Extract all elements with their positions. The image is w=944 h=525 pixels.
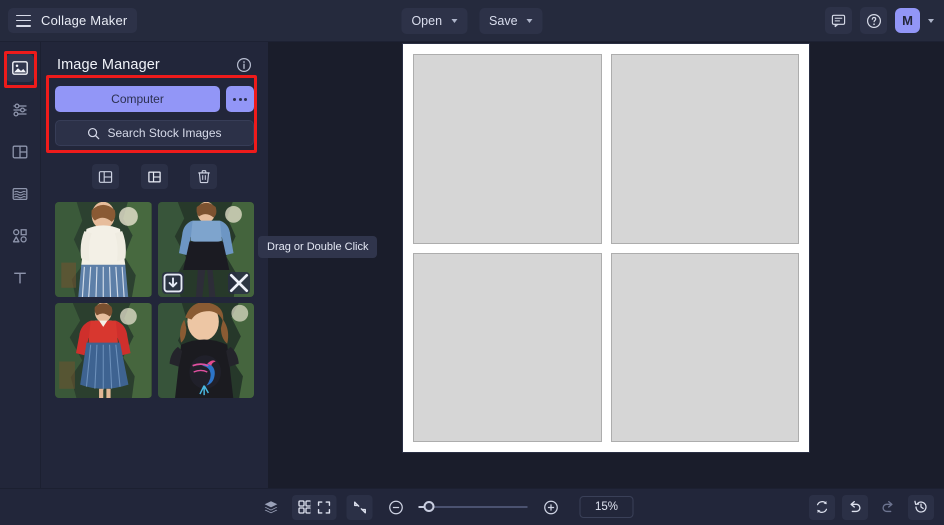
reset-button[interactable] — [809, 495, 835, 520]
thumbnail-graphic-tee[interactable] — [158, 303, 255, 398]
open-label: Open — [411, 14, 442, 28]
file-actions: Open Save — [401, 8, 542, 34]
layers-button[interactable] — [258, 495, 284, 520]
zoom-controls: 15% — [311, 495, 634, 520]
thumbnail-red-jacket[interactable] — [55, 303, 152, 398]
add-to-canvas-button[interactable] — [162, 272, 184, 294]
bottom-left-tools — [258, 495, 318, 520]
image-manager-panel: Image Manager Computer Search Stoc — [40, 42, 268, 488]
help-button[interactable] — [860, 7, 887, 34]
remove-image-button[interactable] — [228, 272, 250, 294]
fit-to-screen-button[interactable] — [347, 495, 373, 520]
sidebar-item-layout[interactable] — [6, 138, 34, 166]
layers-icon — [263, 499, 279, 515]
collage-cell-2[interactable] — [610, 53, 801, 245]
collage-cell-4[interactable] — [610, 252, 801, 444]
app-title: Collage Maker — [41, 13, 127, 28]
search-stock-label: Search Stock Images — [107, 126, 221, 140]
thumbnail-white-blouse[interactable] — [55, 202, 152, 297]
collage-canvas[interactable] — [403, 44, 809, 452]
shapes-icon — [11, 227, 29, 245]
page-title: Image Manager — [57, 57, 160, 73]
zoom-slider-track[interactable] — [428, 506, 528, 508]
delete-button[interactable] — [190, 164, 217, 189]
layout-outline-icon — [98, 170, 113, 184]
top-bar-right: M — [825, 7, 944, 34]
sidebar-item-image-manager[interactable] — [6, 54, 34, 82]
collage-cell-3[interactable] — [412, 252, 603, 444]
sidebar-item-background[interactable] — [6, 180, 34, 208]
fullscreen-icon — [316, 500, 331, 515]
text-t-icon — [11, 269, 29, 287]
zoom-in-button[interactable] — [538, 495, 564, 520]
image-icon — [11, 59, 29, 77]
save-label: Save — [489, 14, 518, 28]
thumbnail-grid — [55, 202, 254, 398]
canvas-wrapper — [403, 44, 809, 452]
question-circle-icon — [866, 13, 882, 29]
ellipsis-icon — [233, 98, 236, 101]
computer-upload-button[interactable]: Computer — [55, 86, 220, 112]
info-circle-icon[interactable] — [236, 57, 252, 73]
chevron-down-icon — [527, 19, 533, 23]
comment-icon — [831, 13, 846, 28]
sidebar-item-adjust[interactable] — [6, 96, 34, 124]
zoom-slider-handle[interactable] — [424, 501, 435, 512]
trash-icon — [197, 169, 211, 184]
history-controls — [809, 495, 934, 520]
drag-tooltip: Drag or Double Click — [258, 236, 377, 258]
layout-grid-icon — [11, 143, 29, 161]
tool-rail — [0, 42, 40, 488]
sidebar-item-text[interactable] — [6, 264, 34, 292]
fullscreen-button[interactable] — [311, 495, 337, 520]
upload-button-row: Computer — [55, 86, 254, 112]
zoom-level-input[interactable]: 15% — [580, 496, 634, 518]
search-icon — [87, 127, 100, 140]
zoom-out-icon — [387, 499, 404, 516]
undo-icon — [847, 499, 863, 515]
zoom-in-icon — [542, 499, 559, 516]
avatar[interactable]: M — [895, 8, 920, 33]
bottom-bar: 15% — [0, 488, 944, 525]
more-options-button[interactable] — [226, 86, 254, 112]
feedback-button[interactable] — [825, 7, 852, 34]
search-stock-images-button[interactable]: Search Stock Images — [55, 120, 254, 146]
collage-maker-app: Collage Maker Open Save — [0, 0, 944, 525]
chevron-down-icon — [451, 19, 457, 23]
background-texture-icon — [11, 185, 29, 203]
sliders-icon — [11, 101, 29, 119]
collage-cell-1[interactable] — [412, 53, 603, 245]
undo-button[interactable] — [842, 495, 868, 520]
open-button[interactable]: Open — [401, 8, 467, 34]
close-x-icon — [228, 272, 250, 294]
shrink-fit-icon — [352, 500, 367, 515]
sidebar-item-shapes[interactable] — [6, 222, 34, 250]
panel-header: Image Manager — [55, 42, 254, 85]
account-chevron-down-icon[interactable] — [928, 19, 934, 23]
zoom-slider[interactable] — [419, 506, 528, 508]
reset-rotate-icon — [814, 499, 830, 515]
download-into-icon — [162, 272, 184, 294]
top-bar: Collage Maker Open Save — [0, 0, 944, 42]
arrange-filled-button[interactable] — [141, 164, 168, 189]
canvas-workspace — [268, 42, 944, 488]
thumbnail-denim-jacket[interactable] — [158, 202, 255, 297]
thumbnail-hover-actions — [158, 269, 255, 297]
app-menu-button[interactable]: Collage Maker — [8, 8, 137, 33]
history-button[interactable] — [908, 495, 934, 520]
image-tools-row — [55, 164, 254, 189]
history-clock-icon — [913, 499, 929, 515]
redo-icon — [880, 499, 896, 515]
hamburger-icon — [16, 15, 31, 27]
save-button[interactable]: Save — [479, 8, 543, 34]
arrange-outline-button[interactable] — [92, 164, 119, 189]
redo-button[interactable] — [875, 495, 901, 520]
app-body: Image Manager Computer Search Stoc — [0, 42, 944, 488]
zoom-out-button[interactable] — [383, 495, 409, 520]
layout-filled-icon — [147, 170, 162, 184]
